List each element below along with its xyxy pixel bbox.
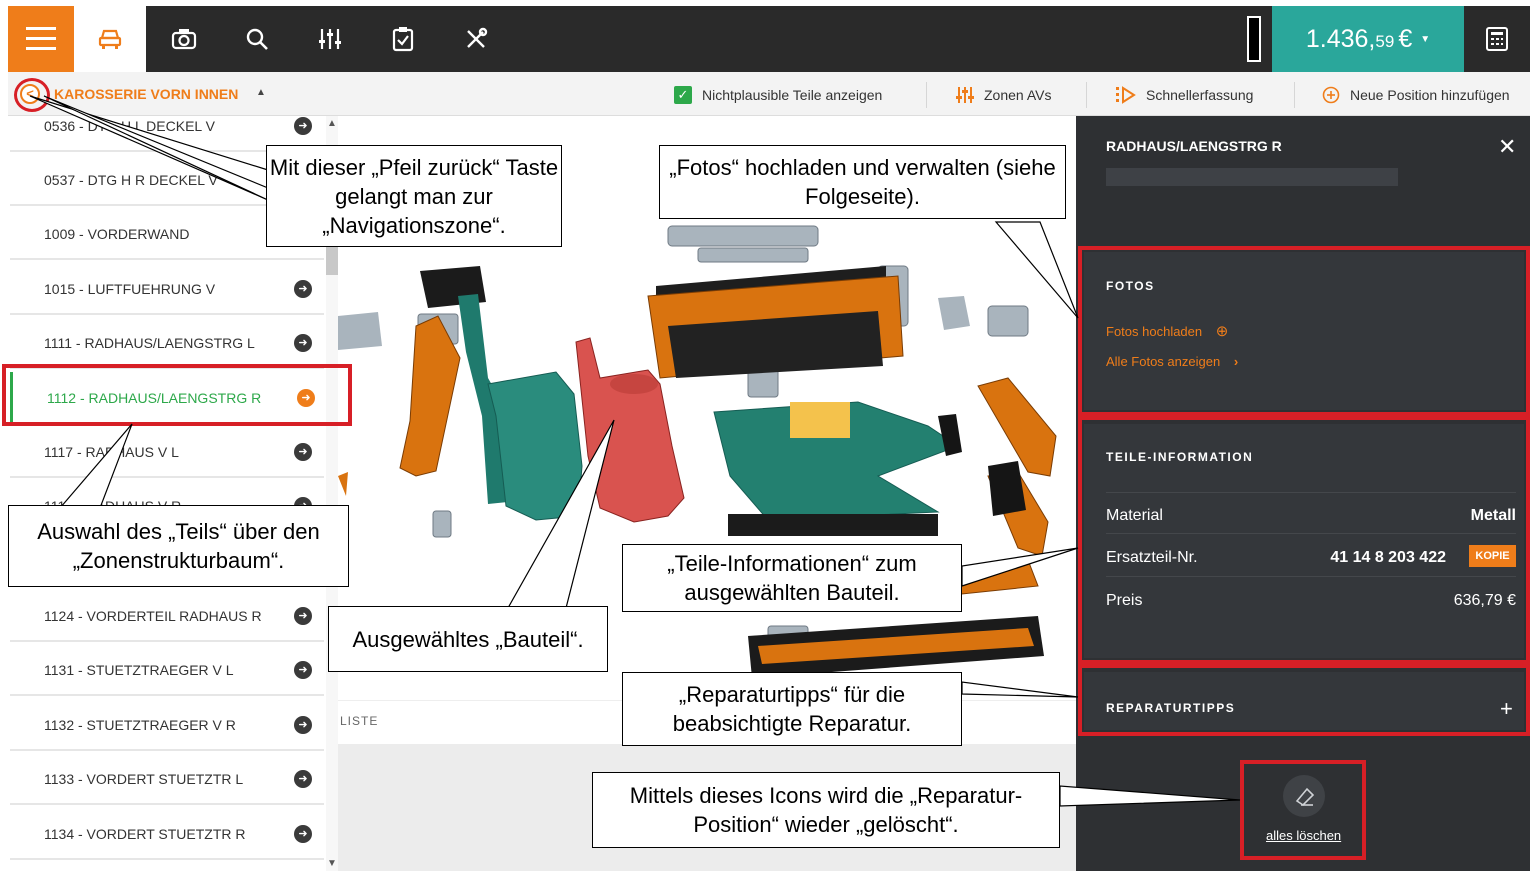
implausible-parts-label: Nichtplausible Teile anzeigen [702,87,883,103]
car-icon[interactable] [74,6,146,72]
zone-title[interactable]: KAROSSERIE VORN INNEN [54,86,238,102]
caret-down-icon: ▼ [1420,33,1431,45]
clipboard-check-icon[interactable] [367,6,439,72]
new-position-button[interactable]: Neue Position hinzufügen [1322,86,1510,104]
tree-item[interactable]: 1131 - STUETZTRAEGER V L ➜ [10,644,324,696]
search-icon[interactable] [221,6,293,72]
new-position-label: Neue Position hinzufügen [1350,87,1510,103]
tree-item[interactable]: 1132 - STUETZTRAEGER V R ➜ [10,699,324,751]
tree-item-label: 1015 - LUFTFUEHRUNG V [44,281,216,297]
total-main: 1.436, [1305,24,1376,53]
arrow-circle-icon[interactable]: ➜ [294,117,312,135]
photos-highlight [1078,246,1530,416]
zones-avs-label: Zonen AVs [984,87,1052,103]
quick-entry-button[interactable]: Schnellerfassung [1116,86,1253,104]
arrow-circle-icon[interactable]: ➜ [294,443,312,461]
tree-item-label: 1132 - STUETZTRAEGER V R [44,717,236,733]
callout-part-info: „Teile-Informationen“ zum ausgewählten B… [622,544,962,612]
quick-entry-icon [1116,86,1136,104]
tree-item[interactable]: 1117 - RADHAUS V L ➜ [10,426,324,478]
part-info-highlight [1078,416,1530,664]
tree-item-label: 1009 - VORDERWAND [44,226,190,242]
panel-tab-strip [1106,168,1398,186]
divider [1294,82,1295,108]
tree-item[interactable]: 1133 - VORDERT STUETZTR L ➜ [10,753,324,805]
checkbox-checked-icon[interactable]: ✓ [674,86,692,104]
callout-back-button: Mit dieser „Pfeil zurück“ Taste gelangt … [266,145,562,247]
arrow-circle-icon[interactable]: ➜ [294,716,312,734]
tree-item-label: 1134 - VORDERT STUETZTR R [44,826,246,842]
tree-item-label: 0536 - DTG H L DECKEL V [44,118,215,134]
quick-entry-label: Schnellerfassung [1146,87,1254,103]
tree-item-label: 1117 - RADHAUS V L [44,444,179,460]
tree-item-label: 1111 - RADHAUS/LAENGSTRG L [44,335,255,351]
divider [1086,82,1087,108]
callout-repair-tips: „Reparaturtipps“ für die beabsichtigte R… [622,672,962,746]
implausible-parts-toggle[interactable]: ✓ Nichtplausible Teile anzeigen [674,86,882,104]
total-cents: 59 [1375,32,1395,51]
list-tab[interactable]: LISTE [340,714,378,728]
tree-item[interactable]: 1015 - LUFTFUEHRUNG V ➜ [10,263,324,315]
selected-part-highlight [2,364,352,426]
zone-toolbar: < KAROSSERIE VORN INNEN ▲ ✓ Nichtplausib… [8,72,1530,116]
delete-highlight [1240,760,1366,860]
sliders-small-icon [956,87,974,103]
arrow-circle-icon[interactable]: ➜ [294,661,312,679]
total-amount-button[interactable]: 1.436, 59 € ▼ [1272,6,1464,72]
hamburger-menu-button[interactable] [8,6,74,72]
status-marker [1247,16,1261,62]
scroll-down-icon[interactable]: ▼ [327,858,337,869]
tree-item[interactable]: 1111 - RADHAUS/LAENGSTRG L ➜ [10,317,324,369]
tree-item-label: 1124 - VORDERTEIL RADHAUS R [44,608,262,624]
scroll-up-icon[interactable]: ▲ [327,118,337,129]
tree-item[interactable]: 1134 - VORDERT STUETZTR R ➜ [10,808,324,860]
arrow-circle-icon[interactable]: ➜ [294,770,312,788]
callout-delete: Mittels dieses Icons wird die „Reparatur… [592,772,1060,848]
plus-circle-icon [1322,86,1340,104]
caret-up-icon[interactable]: ▲ [256,87,266,98]
callout-tree: Auswahl des „Teils“ über den „Zonenstruk… [8,505,349,587]
close-icon[interactable]: ✕ [1498,134,1516,160]
arrow-circle-icon[interactable]: ➜ [294,334,312,352]
divider [926,82,927,108]
tree-item-label: 1133 - VORDERT STUETZTR L [44,771,244,787]
total-currency: € [1398,24,1413,53]
camera-icon[interactable] [148,6,220,72]
calculation-icon[interactable] [1464,6,1530,72]
tools-icon[interactable] [440,6,512,72]
tree-item-label: 1131 - STUETZTRAEGER V L [44,662,234,678]
tree-item-label: 0537 - DTG H R DECKEL V [44,172,218,188]
tree-item[interactable]: 1124 - VORDERTEIL RADHAUS R ➜ [10,590,324,642]
repair-tips-highlight [1078,664,1530,736]
sliders-icon[interactable] [294,6,366,72]
arrow-circle-icon[interactable]: ➜ [294,280,312,298]
zones-avs-button[interactable]: Zonen AVs [956,86,1051,104]
callout-photos: „Fotos“ hochladen und verwalten (siehe F… [659,145,1066,219]
arrow-circle-icon[interactable]: ➜ [294,607,312,625]
arrow-circle-icon[interactable]: ➜ [294,825,312,843]
back-button-highlight [14,78,50,112]
top-toolbar: 1.436, 59 € ▼ [8,6,1530,72]
callout-selected-part: Ausgewähltes „Bauteil“. [328,606,608,672]
panel-title: RADHAUS/LAENGSTRG R [1106,138,1282,154]
